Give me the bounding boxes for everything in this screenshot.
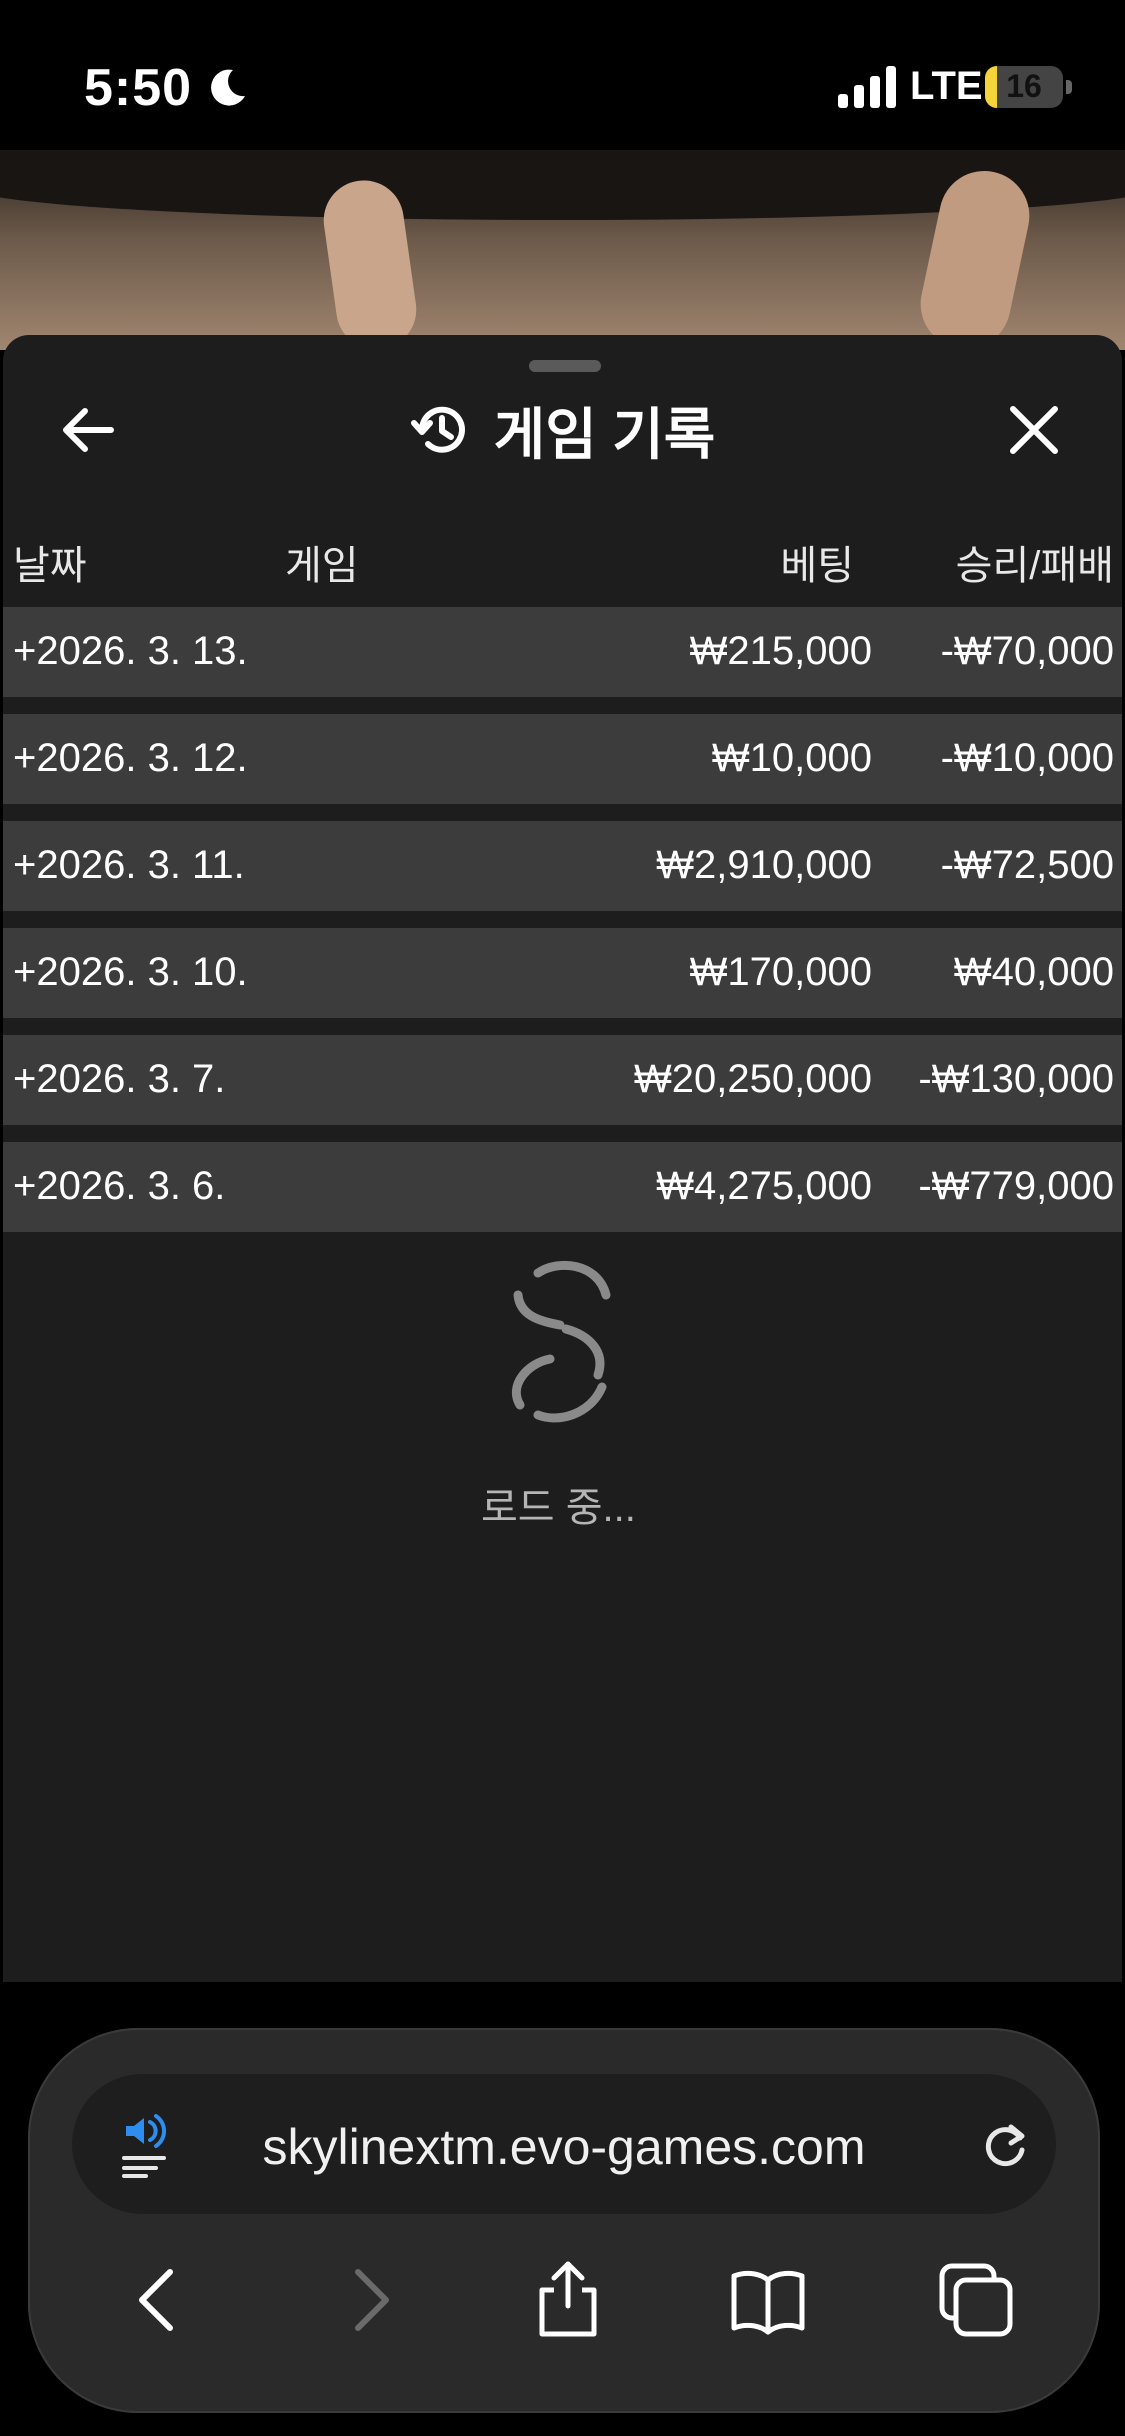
table-header: 날짜 게임 베팅 승리/패배 — [3, 525, 1122, 588]
column-winloss: 승리/패배 — [955, 544, 1114, 588]
drag-handle[interactable] — [529, 360, 601, 372]
row-date: +2026. 3. 6. — [13, 1164, 226, 1208]
column-game: 게임 — [285, 544, 359, 588]
table-row[interactable]: +2026. 3. 12. ₩10,000 -₩10,000 — [3, 714, 1122, 804]
table-row[interactable]: +2026. 3. 11. ₩2,910,000 -₩72,500 — [3, 821, 1122, 911]
back-icon[interactable] — [120, 2260, 200, 2340]
table-row[interactable]: +2026. 3. 7. ₩20,250,000 -₩130,000 — [3, 1035, 1122, 1125]
address-bar[interactable]: skylinextm.evo-games.com — [72, 2074, 1056, 2214]
row-winloss: -₩10,000 — [940, 736, 1114, 780]
game-history-panel: 게임 기록 날짜 게임 베팅 승리/패배 +2026. 3. 13. ₩215,… — [3, 335, 1122, 1982]
row-bet: ₩4,275,000 — [656, 1164, 872, 1208]
row-date: +2026. 3. 7. — [13, 1057, 226, 1101]
row-winloss: -₩70,000 — [940, 629, 1114, 673]
panel-header: 게임 기록 — [3, 395, 1122, 466]
row-bet: ₩20,250,000 — [634, 1057, 872, 1101]
history-list: +2026. 3. 13. ₩215,000 -₩70,000 +2026. 3… — [3, 607, 1122, 1249]
signal-icon — [838, 66, 896, 108]
row-winloss: -₩72,500 — [940, 843, 1114, 887]
status-time: 5:50 — [84, 59, 193, 117]
status-bar: 5:50 LTE 16 — [0, 0, 1125, 150]
row-date: +2026. 3. 11. — [13, 843, 245, 887]
column-date: 날짜 — [13, 544, 87, 588]
row-date: +2026. 3. 10. — [13, 950, 248, 994]
live-video-background — [0, 150, 1125, 358]
forward-icon[interactable] — [328, 2260, 408, 2340]
row-winloss: -₩130,000 — [918, 1057, 1114, 1101]
moon-icon — [211, 69, 245, 106]
row-bet: ₩170,000 — [689, 950, 872, 994]
panel-title: 게임 기록 — [493, 402, 716, 466]
row-bet: ₩2,910,000 — [656, 843, 872, 887]
column-bet: 베팅 — [780, 544, 854, 588]
loading-spinner-icon — [511, 1260, 611, 1423]
url-text[interactable]: skylinextm.evo-games.com — [72, 2118, 1056, 2176]
bookmarks-icon[interactable] — [728, 2260, 808, 2340]
table-row[interactable]: +2026. 3. 10. ₩170,000 ₩40,000 — [3, 928, 1122, 1018]
share-icon[interactable] — [528, 2260, 608, 2340]
row-winloss: ₩40,000 — [953, 950, 1114, 994]
history-icon — [410, 406, 465, 453]
row-date: +2026. 3. 13. — [13, 629, 248, 673]
battery-nub — [1066, 80, 1072, 94]
reload-icon[interactable] — [978, 2116, 1034, 2172]
close-icon[interactable] — [999, 395, 1069, 465]
loading-text: 로드 중... — [481, 1486, 636, 1530]
row-date: +2026. 3. 12. — [13, 736, 248, 780]
network-label: LTE — [910, 64, 983, 108]
row-bet: ₩10,000 — [711, 736, 872, 780]
browser-toolbar: skylinextm.evo-games.com — [28, 2028, 1100, 2413]
tabs-icon[interactable] — [936, 2260, 1016, 2340]
table-row[interactable]: +2026. 3. 13. ₩215,000 -₩70,000 — [3, 607, 1122, 697]
battery-icon: 16 — [985, 66, 1063, 108]
table-row[interactable]: +2026. 3. 6. ₩4,275,000 -₩779,000 — [3, 1142, 1122, 1232]
row-winloss: -₩779,000 — [918, 1164, 1114, 1208]
battery-percent: 16 — [1006, 68, 1042, 104]
row-bet: ₩215,000 — [689, 629, 872, 673]
